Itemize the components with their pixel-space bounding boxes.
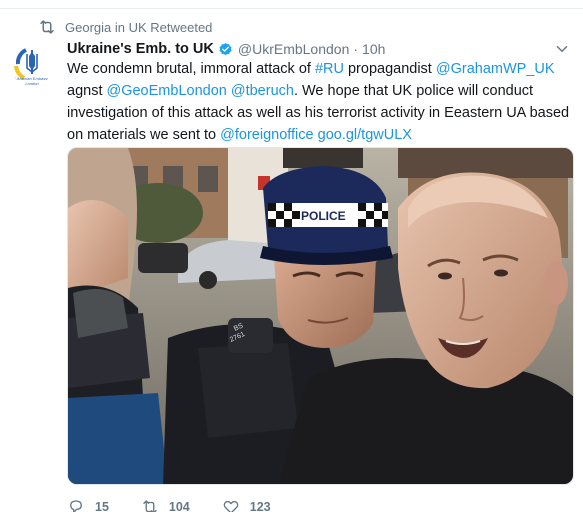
tweet-link[interactable]: @GeoEmbLondon bbox=[107, 83, 227, 99]
tweet-text-segment: agnst bbox=[67, 83, 107, 99]
tweet-timestamp[interactable]: 10h bbox=[362, 41, 385, 57]
police-cap-label: POLICE bbox=[301, 209, 346, 223]
retweet-button[interactable]: 104 bbox=[141, 498, 190, 512]
tweet-link[interactable]: @tberuch bbox=[231, 83, 294, 99]
tweet-link[interactable]: goo.gl/tgwULX bbox=[318, 127, 412, 143]
author-name[interactable]: Ukraine's Emb. to UK bbox=[67, 41, 214, 57]
tweet-text-segment: propagandist bbox=[343, 61, 436, 77]
heart-icon bbox=[223, 500, 239, 512]
like-count: 123 bbox=[249, 500, 271, 512]
retweet-context[interactable]: Georgia in UK Retweeted bbox=[38, 18, 212, 36]
reply-icon bbox=[70, 500, 82, 512]
tweet-text-segment: We condemn brutal, immoral attack of bbox=[67, 61, 315, 77]
header-separator: · bbox=[353, 41, 359, 57]
retweet-context-label[interactable]: Georgia in UK Retweeted bbox=[65, 20, 212, 35]
author-handle[interactable]: @UkrEmbLondon bbox=[238, 41, 350, 57]
tweet-link[interactable]: @GrahamWP_UK bbox=[436, 61, 555, 77]
verified-badge-icon bbox=[219, 42, 232, 55]
avatar-caption: Ukrainian Embassy London bbox=[14, 76, 50, 86]
retweet-icon bbox=[40, 20, 54, 34]
tweet-actions: 15 104 123 bbox=[67, 497, 303, 512]
tweet-header: Ukraine's Emb. to UK @UkrEmbLondon · 10h bbox=[67, 39, 385, 59]
like-button[interactable]: 123 bbox=[222, 498, 271, 512]
tweet-text: We condemn brutal, immoral attack of #RU… bbox=[67, 58, 572, 146]
retweet-count: 104 bbox=[168, 500, 190, 512]
tweet-link[interactable]: @foreignoffice bbox=[220, 127, 313, 143]
photo-police-detaining-man: BS 2761 POLICE bbox=[68, 148, 573, 484]
ukraine-embassy-avatar[interactable]: Ukrainian Embassy London bbox=[10, 42, 54, 86]
chevron-down-icon[interactable] bbox=[553, 40, 571, 58]
top-divider bbox=[0, 0, 583, 9]
retweet-icon bbox=[143, 500, 157, 512]
tweet-link[interactable]: #RU bbox=[315, 61, 344, 77]
tweet-photo[interactable]: BS 2761 POLICE bbox=[67, 147, 574, 485]
reply-count: 15 bbox=[95, 500, 109, 512]
reply-button[interactable]: 15 bbox=[67, 498, 109, 512]
